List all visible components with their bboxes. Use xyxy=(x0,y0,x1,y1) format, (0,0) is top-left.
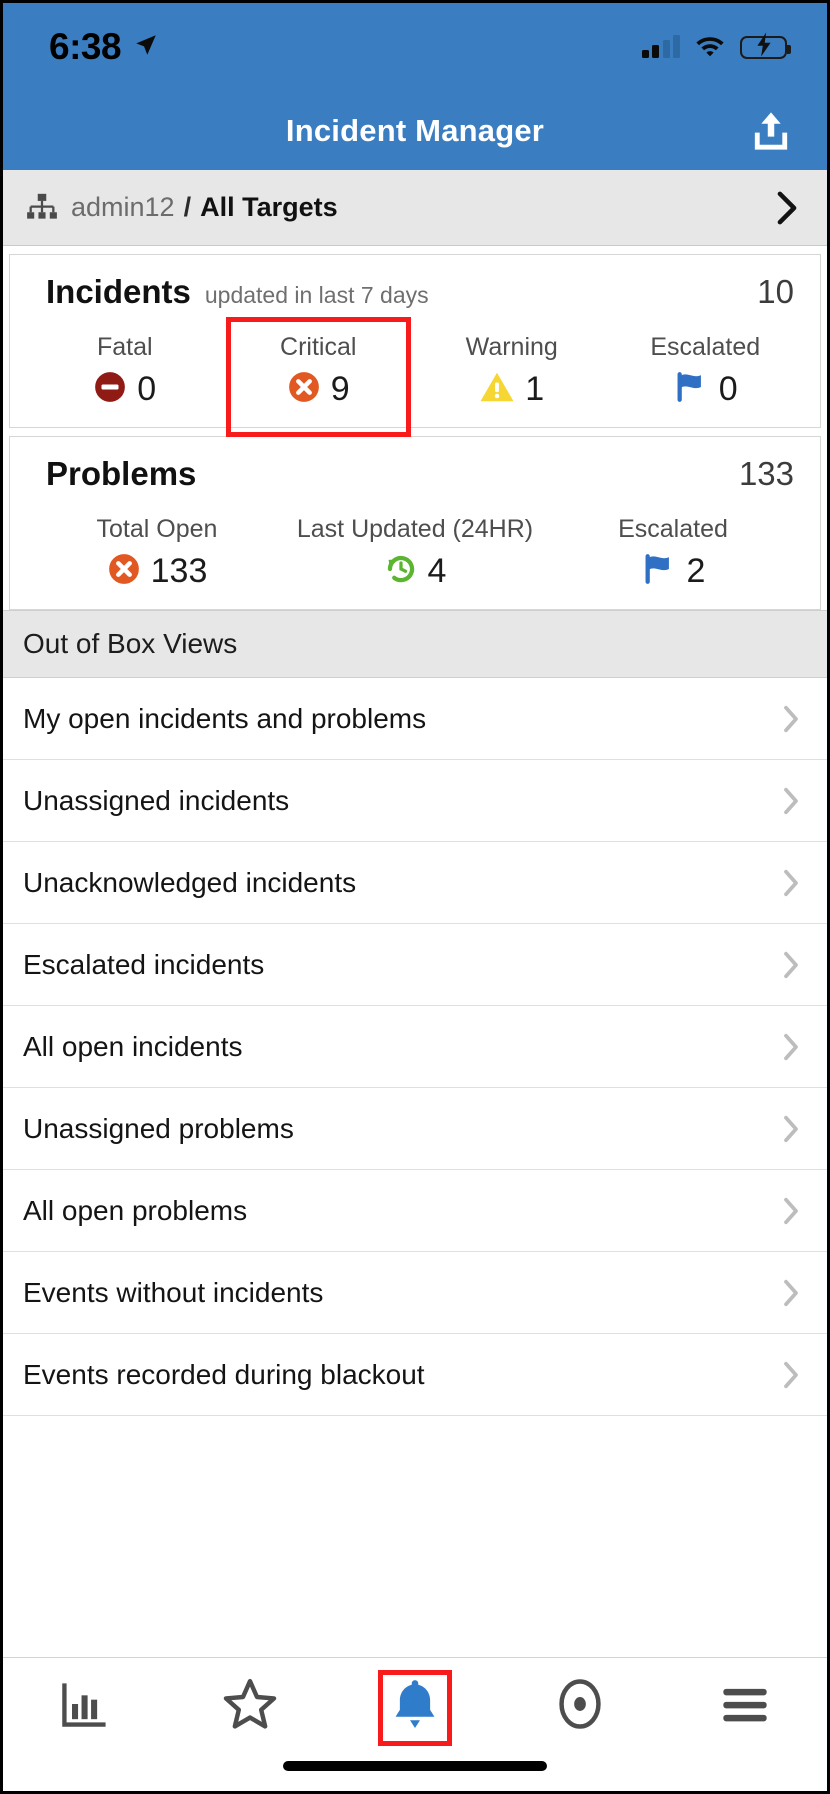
incidents-title: Incidents xyxy=(46,273,191,310)
problems-card[interactable]: Problems 133 Total Open 133 Last Updated… xyxy=(9,436,821,610)
status-time: 6:38 xyxy=(49,26,122,67)
x-circle-icon xyxy=(107,552,141,591)
metric-escalated-problems[interactable]: Escalated 2 xyxy=(544,515,802,591)
bar-chart-icon xyxy=(59,1678,111,1735)
incidents-card-header: Incidents updated in last 7 days 10 xyxy=(28,273,802,311)
chevron-right-icon xyxy=(779,1360,803,1390)
metric-label: Warning xyxy=(465,333,558,361)
metric-value: 0 xyxy=(718,370,738,408)
chevron-right-icon xyxy=(779,1278,803,1308)
list-item-label: Unacknowledged incidents xyxy=(23,866,357,898)
list-item[interactable]: Events recorded during blackout xyxy=(3,1334,827,1416)
problems-title: Problems xyxy=(46,455,197,492)
hierarchy-icon xyxy=(25,191,59,225)
metric-value: 0 xyxy=(137,370,157,408)
metric-value: 2 xyxy=(686,552,706,590)
metric-label: Critical xyxy=(280,333,357,361)
tab-dashboard[interactable] xyxy=(3,1658,168,1754)
problems-card-header: Problems 133 xyxy=(28,455,802,493)
list-item-label: My open incidents and problems xyxy=(23,702,427,734)
alerts-tab-highlight-box xyxy=(377,1670,452,1746)
clock-rotate-left-icon xyxy=(384,552,418,591)
list-item[interactable]: All open incidents xyxy=(3,1006,827,1088)
metric-label: Escalated xyxy=(650,333,761,361)
app-bar: Incident Manager xyxy=(3,91,827,170)
list-item-label: Escalated incidents xyxy=(23,948,265,980)
list-item[interactable]: Escalated incidents xyxy=(3,924,827,1006)
list-item[interactable]: Unassigned problems xyxy=(3,1088,827,1170)
breadcrumb-current[interactable]: All Targets xyxy=(200,192,338,223)
x-circle-icon xyxy=(287,370,321,409)
list-item-label: All open problems xyxy=(23,1194,248,1226)
incidents-card[interactable]: Incidents updated in last 7 days 10 Fata… xyxy=(9,254,821,437)
list-item-label: All open incidents xyxy=(23,1030,243,1062)
status-bar-right xyxy=(641,32,791,62)
metric-last-updated[interactable]: Last Updated (24HR) 4 xyxy=(286,515,544,591)
breadcrumb-user[interactable]: admin12 xyxy=(71,192,175,223)
metric-value: 133 xyxy=(150,552,208,590)
status-bar-left: 6:38 xyxy=(49,26,159,68)
metric-total-open[interactable]: Total Open 133 xyxy=(28,515,286,591)
metric-label: Escalated xyxy=(618,515,728,543)
metric-critical[interactable]: Critical 9 xyxy=(222,317,416,437)
wifi-icon xyxy=(694,33,726,62)
hamburger-menu-icon xyxy=(719,1682,771,1731)
flag-icon xyxy=(641,552,677,591)
incidents-subtitle: updated in last 7 days xyxy=(204,282,429,308)
home-indicator[interactable] xyxy=(283,1761,547,1771)
cellular-signal-icon xyxy=(641,35,680,58)
list-item[interactable]: All open problems xyxy=(3,1170,827,1252)
problems-total: 133 xyxy=(738,455,794,492)
star-icon xyxy=(222,1676,278,1737)
breadcrumb-separator: / xyxy=(183,192,192,222)
section-header-label: Out of Box Views xyxy=(23,628,238,659)
metric-escalated[interactable]: Escalated 0 xyxy=(609,333,803,409)
metric-label: Last Updated (24HR) xyxy=(296,515,534,543)
list-item[interactable]: Unacknowledged incidents xyxy=(3,842,827,924)
chevron-right-icon xyxy=(779,704,803,734)
tab-bar xyxy=(3,1657,827,1791)
app-screen: 6:38 Incident Manager admin12 / All Targ… xyxy=(0,0,830,1794)
metric-value: 1 xyxy=(525,370,545,408)
breadcrumb[interactable]: admin12 / All Targets xyxy=(3,170,827,246)
chevron-right-icon xyxy=(779,868,803,898)
chevron-right-icon xyxy=(779,1032,803,1062)
chevron-right-icon xyxy=(779,786,803,816)
minus-circle-icon xyxy=(93,370,127,409)
list-item-label: Unassigned incidents xyxy=(23,784,290,816)
list-item-label: Unassigned problems xyxy=(23,1112,294,1144)
chevron-right-icon xyxy=(779,1196,803,1226)
list-item[interactable]: Events without incidents xyxy=(3,1252,827,1334)
incidents-total: 10 xyxy=(757,273,794,310)
flag-icon xyxy=(673,370,709,409)
metric-label: Fatal xyxy=(96,333,153,361)
tab-targets[interactable] xyxy=(497,1658,662,1754)
chevron-right-icon xyxy=(779,1114,803,1144)
list-item[interactable]: My open incidents and problems xyxy=(3,678,827,760)
target-circle-icon xyxy=(553,1677,607,1736)
chevron-right-icon[interactable] xyxy=(773,191,801,225)
section-header-out-of-box-views: Out of Box Views xyxy=(3,610,827,678)
chevron-right-icon xyxy=(779,950,803,980)
list-item[interactable]: Unassigned incidents xyxy=(3,760,827,842)
battery-charging-icon xyxy=(740,32,791,59)
metric-value: 9 xyxy=(330,370,350,408)
list-item-label: Events recorded during blackout xyxy=(23,1358,425,1390)
upload-share-icon[interactable] xyxy=(749,109,793,153)
location-arrow-icon xyxy=(133,32,159,63)
tab-menu[interactable] xyxy=(662,1658,827,1754)
metric-label: Total Open xyxy=(96,515,218,543)
tab-favorites[interactable] xyxy=(168,1658,333,1754)
metric-value: 4 xyxy=(427,552,447,590)
metric-warning[interactable]: Warning 1 xyxy=(415,333,609,409)
incidents-metrics: Fatal 0 Critical 9 Warning 1 Escalated 0 xyxy=(28,317,803,437)
tab-alerts[interactable] xyxy=(333,1658,498,1754)
list-item-label: Events without incidents xyxy=(23,1276,324,1308)
warning-triangle-icon xyxy=(479,370,515,409)
status-bar: 6:38 xyxy=(3,3,827,91)
page-title: Incident Manager xyxy=(285,112,545,148)
problems-metrics: Total Open 133 Last Updated (24HR) 4 Esc… xyxy=(28,515,802,591)
metric-fatal[interactable]: Fatal 0 xyxy=(28,333,222,409)
views-list: My open incidents and problems Unassigne… xyxy=(3,678,827,1416)
